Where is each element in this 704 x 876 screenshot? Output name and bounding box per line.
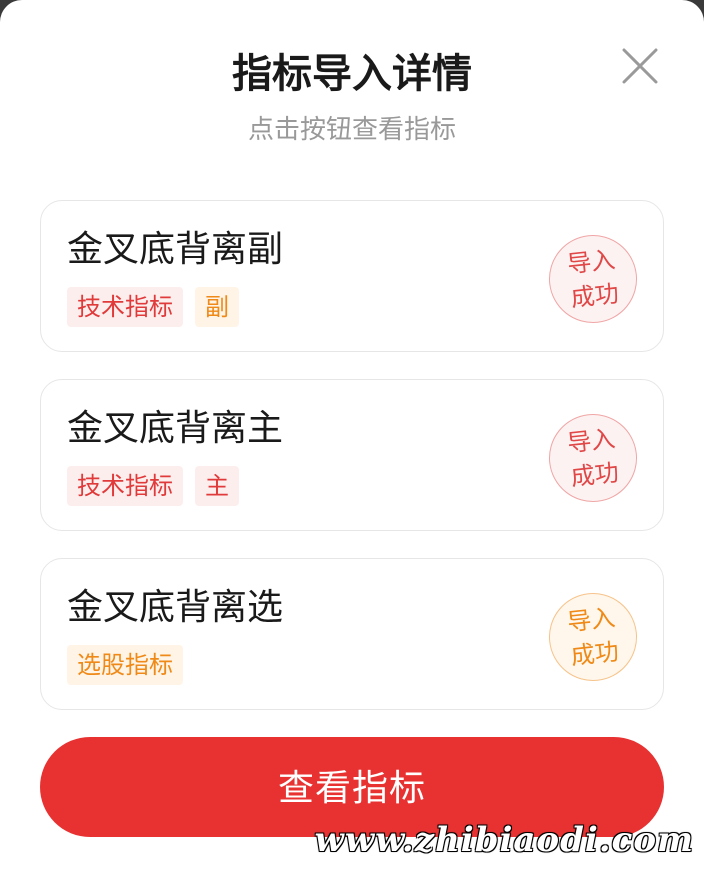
dialog-subtitle: 点击按钮查看指标: [247, 115, 456, 145]
tag-category: 技术指标: [67, 287, 183, 327]
indicator-tags: 选股指标: [67, 645, 183, 685]
indicator-tags: 技术指标 主: [67, 466, 239, 506]
tag-category: 选股指标: [67, 645, 183, 685]
tag-category: 技术指标: [67, 466, 183, 506]
close-icon[interactable]: [616, 42, 664, 90]
indicator-card-3: 金叉底背离选 选股指标 导入 成功: [40, 558, 664, 710]
tag-type: 主: [195, 466, 239, 506]
indicator-name: 金叉底背离选: [67, 587, 284, 628]
stamp-line-1: 导入: [565, 603, 617, 637]
indicator-name: 金叉底背离副: [67, 229, 284, 270]
import-success-stamp: 导入 成功: [544, 230, 642, 328]
stamp-line-1: 导入: [565, 424, 617, 458]
tag-type: 副: [195, 287, 239, 327]
stamp-line-2: 成功: [569, 637, 621, 671]
stamp-line-2: 成功: [569, 458, 621, 492]
import-success-stamp: 导入 成功: [544, 409, 642, 507]
indicator-card-1: 金叉底背离副 技术指标 副 导入 成功: [40, 200, 664, 352]
indicator-tags: 技术指标 副: [67, 287, 239, 327]
dialog-title: 指标导入详情: [232, 51, 472, 97]
indicator-name: 金叉底背离主: [67, 408, 284, 449]
import-details-dialog: 指标导入详情 点击按钮查看指标 金叉底背离副 技术指标 副 导入 成功 金叉底背…: [0, 0, 704, 876]
indicator-card-2: 金叉底背离主 技术指标 主 导入 成功: [40, 379, 664, 531]
stamp-line-1: 导入: [565, 245, 617, 279]
watermark: www.zhibiaodi.com: [314, 820, 694, 860]
import-success-stamp: 导入 成功: [544, 588, 642, 686]
stamp-line-2: 成功: [569, 279, 621, 313]
